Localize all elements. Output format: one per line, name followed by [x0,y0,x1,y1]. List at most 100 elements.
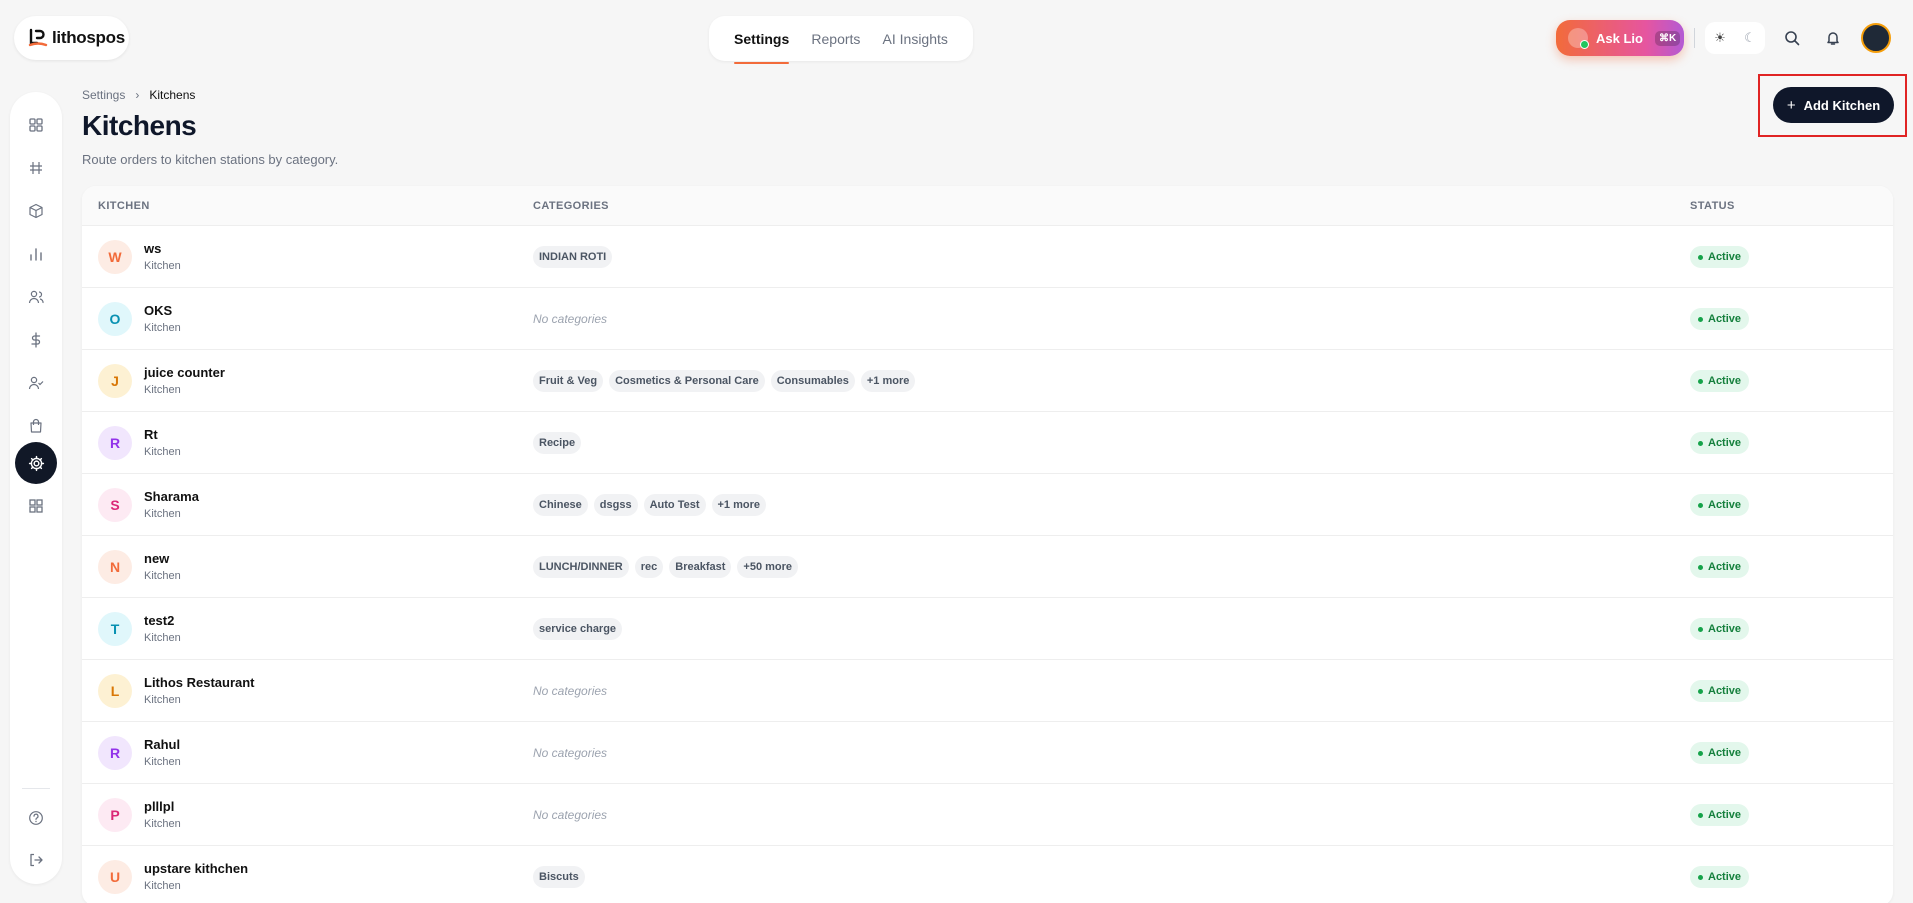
category-chip: LUNCH/DINNER [533,556,629,578]
status-badge: Active [1690,680,1750,702]
status-dot-icon [1698,812,1703,818]
theme-toggle[interactable]: ☀ ☾ [1705,22,1765,54]
kitchen-avatar: J [98,364,132,398]
chevron-right-icon: › [135,88,140,102]
category-list: Biscuts [533,866,585,888]
kitchen-type: Kitchen [144,818,181,830]
moon-icon[interactable]: ☾ [1744,30,1756,46]
no-categories-text: No categories [533,312,608,326]
logout-icon[interactable] [20,844,52,876]
help-icon[interactable] [20,802,52,834]
category-chip: Auto Test [643,494,706,516]
modules-icon[interactable] [20,490,52,522]
status-dot-icon [1698,254,1703,260]
status-label: Active [1708,251,1742,263]
kitchen-avatar: R [98,736,132,770]
breadcrumb: Settings › Kitchens [82,88,195,102]
kitchen-type: Kitchen [144,570,181,582]
page-title: Kitchens [82,110,197,141]
users-icon[interactable] [20,281,52,313]
category-chip: rec [634,556,664,578]
kitchen-avatar: W [98,240,132,274]
kitchen-avatar: P [98,798,132,832]
no-categories-text: No categories [533,684,608,698]
chart-icon[interactable] [20,238,52,270]
bell-icon[interactable] [1823,28,1843,48]
table-row[interactable]: Nnew Kitchen LUNCH/DINNER rec Breakfast +50 m… [82,536,1893,598]
table-row[interactable]: Uupstare kithchen Kitchen Biscuts Active [82,846,1893,903]
status-dot-icon [1698,440,1703,446]
table-row[interactable]: R Rt Kitchen Recipe Active [82,412,1893,474]
status-badge: Active [1690,432,1750,454]
category-chip: Breakfast [669,556,732,578]
status-badge: Active [1690,618,1750,640]
user-check-icon[interactable] [20,367,52,399]
add-kitchen-button[interactable]: + Add Kitchen [1773,87,1894,123]
dollar-icon[interactable] [20,324,52,356]
status-dot-icon [1698,688,1703,694]
sun-icon[interactable]: ☀ [1714,30,1726,46]
kitchen-type: Kitchen [144,260,181,272]
shopping-bag-icon[interactable] [20,410,52,442]
kitchen-name: test2 [144,613,175,628]
kitchen-avatar: O [98,302,132,336]
kitchen-name: Rt [144,427,158,442]
status-badge: Active [1690,370,1750,392]
user-avatar[interactable] [1861,23,1891,53]
dashboard-icon[interactable] [20,109,52,141]
table-row[interactable]: Jjuice counter Kitchen Fruit & Veg Cosmetic… [82,350,1893,412]
lio-orb-icon [1568,28,1589,49]
package-icon[interactable] [20,195,52,227]
category-list: INDIAN ROTI [533,246,613,268]
tab-reports[interactable]: Reports [811,16,860,61]
plus-icon: + [1786,96,1796,114]
kitchen-avatar: N [98,550,132,584]
logo-icon [28,28,48,47]
table-header: KITCHEN CATEGORIES STATUS [82,186,1893,226]
table-row[interactable]: L Lithos Restaurant Kitchen No categories Ac… [82,660,1893,722]
status-badge: Active [1690,866,1750,888]
status-badge: Active [1690,308,1750,330]
table-row[interactable]: Ttest2 Kitchen service charge Active [82,598,1893,660]
kitchen-name: new [144,551,170,566]
table-row[interactable]: Pplllpl Kitchen No categories Active [82,784,1893,846]
brand-logo[interactable]: lithospos [14,16,129,60]
status-label: Active [1708,871,1742,883]
kitchen-type: Kitchen [144,322,181,334]
add-kitchen-label: Add Kitchen [1803,97,1881,113]
category-list: Chinese dsgss Auto Test +1 more [533,494,766,516]
status-label: Active [1708,623,1742,635]
status-badge: Active [1690,494,1750,516]
tab-settings[interactable]: Settings [734,16,790,64]
header-categories: CATEGORIES [533,200,609,212]
kitchens-table: KITCHEN CATEGORIES STATUS Wws Kitchen INDI… [82,186,1893,903]
status-dot-icon [1698,378,1703,384]
category-chip: Consumables [770,370,855,392]
table-row[interactable]: S Sharama Kitchen Chinese dsgss Auto Test +1 m… [82,474,1893,536]
table-row[interactable]: R Rahul Kitchen No categories Active [82,722,1893,784]
kitchen-type: Kitchen [144,508,181,520]
settings-gear-icon[interactable] [15,442,57,484]
breadcrumb-settings[interactable]: Settings [82,88,125,102]
kitchen-name: Sharama [144,489,199,504]
status-label: Active [1708,437,1742,449]
search-icon[interactable] [1782,28,1802,48]
pos-icon[interactable] [20,152,52,184]
category-chip: +1 more [860,370,916,392]
category-chip: +50 more [737,556,799,578]
sidebar [10,92,62,884]
table-row[interactable]: Wws Kitchen INDIAN ROTI Active [82,226,1893,288]
status-dot-icon [1698,626,1703,632]
status-badge: Active [1690,246,1750,268]
header-kitchen: KITCHEN [98,200,150,212]
ask-lio-button[interactable]: Ask Lio ⌘K [1556,20,1684,56]
sidebar-divider [22,788,50,789]
kitchen-name: upstare kithchen [144,861,249,876]
category-chip: dsgss [593,494,638,516]
table-row[interactable]: O OKS Kitchen No categories Active [82,288,1893,350]
tab-ai-insights[interactable]: AI Insights [883,16,948,61]
ask-lio-shortcut: ⌘K [1654,30,1681,46]
kitchen-type: Kitchen [144,446,181,458]
category-list: LUNCH/DINNER rec Breakfast +50 more [533,556,799,578]
category-list: service charge [533,618,623,640]
